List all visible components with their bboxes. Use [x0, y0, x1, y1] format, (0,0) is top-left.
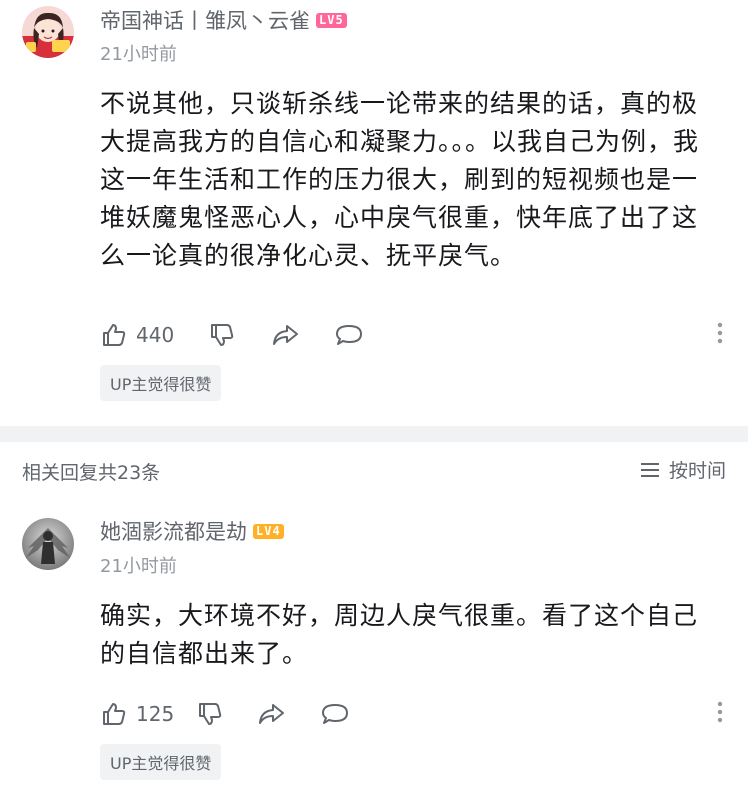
comment-actions: 125 — [100, 697, 725, 731]
level-badge: LV5 — [316, 12, 347, 28]
timestamp: 21小时前 — [100, 556, 177, 577]
sort-label: 按时间 — [668, 460, 726, 482]
avatar-image — [22, 6, 74, 58]
reply-header: 相关回复共23条 按时间 — [0, 452, 748, 492]
comment-text: 确实，大环境不好，周边人戾气很重。看了这个自己的自信都出来了。 — [100, 601, 699, 668]
like-count: 440 — [136, 323, 175, 347]
section-divider — [0, 426, 748, 442]
like-button[interactable]: 125 — [100, 700, 186, 728]
more-vertical-icon — [717, 322, 723, 344]
comment-text: 不说其他，只谈斩杀线一论带来的结果的话，真的极大提高我方的自信心和凝聚力。。。以… — [100, 89, 700, 270]
thumbs-down-icon — [211, 324, 234, 346]
like-count: 125 — [136, 702, 175, 726]
username[interactable]: 她涸影流都是劫 — [100, 516, 247, 546]
thumbs-down-icon — [199, 703, 222, 725]
username-row: 她涸影流都是劫 LV4 — [100, 516, 284, 546]
reply-button[interactable] — [334, 321, 364, 349]
sort-by-time-button[interactable]: 按时间 — [639, 456, 726, 483]
up-liked-badge: UP主觉得很赞 — [100, 365, 222, 401]
dislike-button[interactable] — [196, 700, 224, 728]
comment-actions: 440 — [100, 318, 725, 352]
reply-button[interactable] — [320, 700, 350, 728]
comment-main: 帝国神话丨雏凤丶云雀 LV5 21小时前 不说其他，只谈斩杀线一论带来的结果的话… — [0, 0, 748, 426]
thumbs-up-icon — [103, 324, 126, 346]
avatar[interactable] — [22, 6, 74, 58]
reply-count: 相关回复共23条 — [22, 462, 161, 484]
up-liked-badge: UP主觉得很赞 — [100, 744, 222, 780]
list-icon — [640, 462, 659, 477]
more-vertical-icon — [717, 701, 723, 723]
share-icon — [273, 325, 298, 345]
level-badge: LV4 — [253, 523, 284, 539]
comment-bubble-icon — [322, 704, 348, 724]
share-icon — [259, 704, 284, 724]
username-row: 帝国神话丨雏凤丶云雀 LV5 — [100, 5, 347, 35]
share-button[interactable] — [270, 321, 300, 349]
like-button[interactable]: 440 — [100, 321, 186, 349]
username[interactable]: 帝国神话丨雏凤丶云雀 — [100, 5, 310, 35]
avatar[interactable] — [22, 518, 74, 570]
timestamp: 21小时前 — [100, 44, 177, 65]
comment-reply: 她涸影流都是劫 LV4 21小时前 确实，大环境不好，周边人戾气很重。看了这个自… — [0, 500, 748, 800]
thumbs-up-icon — [103, 703, 126, 725]
share-button[interactable] — [256, 700, 286, 728]
more-button[interactable] — [715, 698, 725, 730]
comment-bubble-icon — [336, 325, 362, 345]
dislike-button[interactable] — [208, 321, 236, 349]
avatar-image — [22, 518, 74, 570]
more-button[interactable] — [715, 319, 725, 351]
